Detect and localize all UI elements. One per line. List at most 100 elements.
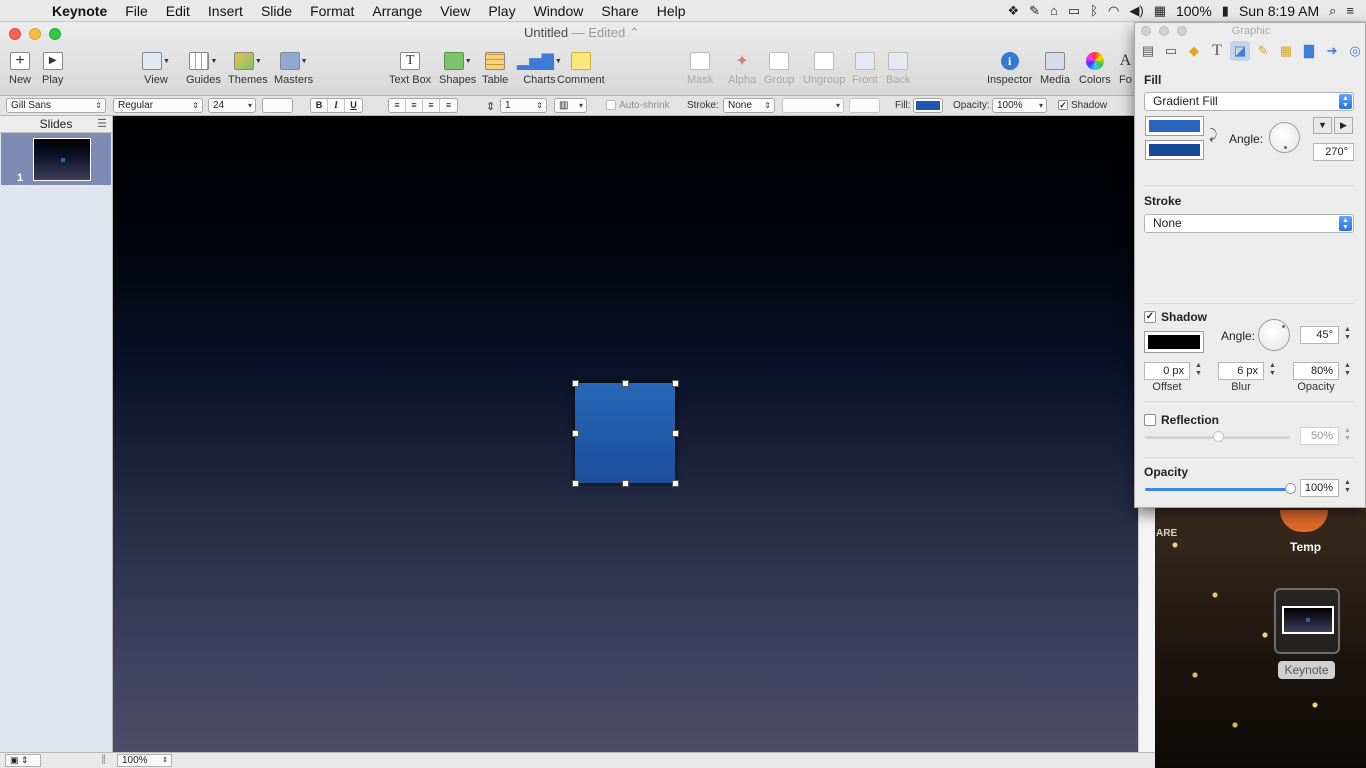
masters-button[interactable]: ▼ Masters	[274, 50, 313, 86]
gradient-down-icon[interactable]: ▼	[1313, 117, 1332, 134]
text-inspector-icon[interactable]: T	[1207, 41, 1227, 61]
new-button[interactable]: + New	[9, 50, 31, 86]
table-button[interactable]: Table	[482, 50, 508, 86]
resize-handle-top-left[interactable]	[572, 380, 579, 387]
fill-angle-field[interactable]: 270°	[1313, 143, 1354, 161]
opacity-slider[interactable]	[1145, 488, 1290, 491]
stroke-select[interactable]: None ⇕	[723, 98, 775, 113]
zoom-select[interactable]: 100% ⇕	[117, 754, 172, 767]
menu-help[interactable]: Help	[648, 3, 695, 19]
app-menu[interactable]: Keynote	[38, 3, 116, 19]
gradient-start-color-well[interactable]	[1145, 116, 1204, 136]
menu-share[interactable]: Share	[592, 3, 647, 19]
resize-handle-bottom-right[interactable]	[672, 480, 679, 487]
shadow-opacity-field[interactable]: 80%	[1293, 362, 1339, 380]
dropbox-icon[interactable]: ❖	[1007, 3, 1019, 19]
menu-view[interactable]: View	[431, 3, 479, 19]
auto-shrink-checkbox[interactable]	[606, 100, 616, 110]
back-button[interactable]: Back	[886, 50, 910, 86]
minimize-window-button[interactable]	[29, 28, 41, 40]
opacity-combo[interactable]: 100% ▾	[992, 98, 1047, 113]
battery-icon[interactable]: ▮	[1222, 3, 1229, 19]
gradient-end-color-well[interactable]	[1145, 140, 1204, 160]
resize-handle-right[interactable]	[672, 430, 679, 437]
shadow-opacity-stepper[interactable]: ▲ ▼	[1343, 362, 1352, 380]
keynote-window-minimized[interactable]	[1274, 588, 1340, 654]
fill-type-select[interactable]: Gradient Fill ▲ ▼	[1144, 92, 1354, 111]
reflection-checkbox[interactable]	[1144, 414, 1156, 426]
shadow-color-well[interactable]	[1144, 331, 1204, 353]
airplay-icon[interactable]: ▭	[1068, 3, 1080, 19]
comment-button[interactable]: Comment	[557, 50, 605, 86]
shapes-button[interactable]: ▼ Shapes	[439, 50, 476, 86]
opacity-stepper[interactable]: ▲ ▼	[1343, 479, 1352, 497]
charts-button[interactable]: ▂▅▇ ▼ Charts	[517, 50, 562, 86]
inspector-button[interactable]: i Inspector	[987, 50, 1032, 86]
shadow-angle-field[interactable]: 45°	[1300, 326, 1339, 344]
swap-colors-icon[interactable]: ⤸	[1209, 126, 1217, 143]
slide-thumbnail[interactable]	[33, 138, 91, 181]
shadow-angle-knob[interactable]	[1258, 319, 1290, 351]
notification-center-icon[interactable]: ≡	[1346, 3, 1354, 18]
align-left-icon[interactable]: ≡	[389, 99, 406, 112]
ungroup-button[interactable]: Ungroup	[803, 50, 845, 86]
window-title[interactable]: Untitled — Edited ⌃	[524, 25, 640, 41]
metrics-inspector-icon[interactable]: ✎	[1253, 41, 1273, 61]
resize-grip-icon[interactable]: ∥	[101, 754, 106, 765]
reflection-stepper[interactable]: ▲ ▼	[1343, 427, 1352, 445]
chart-inspector-icon[interactable]: ▇	[1299, 41, 1319, 61]
shadow-checkbox[interactable]: ✓	[1058, 100, 1068, 110]
zoom-window-button[interactable]	[49, 28, 61, 40]
gradient-right-icon[interactable]: ▶	[1334, 117, 1353, 134]
graphic-inspector-icon[interactable]: ◪	[1230, 41, 1250, 61]
menu-format[interactable]: Format	[301, 3, 363, 19]
menu-slide[interactable]: Slide	[252, 3, 301, 19]
guides-button[interactable]: ▼ Guides	[186, 50, 221, 86]
navigator-menu-icon[interactable]: ☰	[97, 116, 107, 132]
opacity-field[interactable]: 100%	[1300, 479, 1339, 497]
stroke-type-select[interactable]: None ▲ ▼	[1144, 214, 1354, 233]
font-family-select[interactable]: Gill Sans ⇕	[6, 98, 106, 113]
underline-button[interactable]: U	[345, 99, 362, 112]
fill-angle-knob[interactable]	[1269, 122, 1300, 153]
menu-window[interactable]: Window	[525, 3, 593, 19]
alpha-button[interactable]: ✦ Alpha	[728, 50, 756, 86]
view-button[interactable]: ▼ View	[142, 50, 170, 86]
flag-icon[interactable]: ▦	[1154, 3, 1166, 19]
align-justify-icon[interactable]: ≡	[440, 99, 457, 112]
text-box-button[interactable]: T Text Box	[389, 50, 431, 86]
shadow-blur-field[interactable]: 6 px	[1218, 362, 1264, 380]
shadow-angle-stepper[interactable]: ▲ ▼	[1343, 326, 1352, 344]
align-right-icon[interactable]: ≡	[423, 99, 440, 112]
menu-insert[interactable]: Insert	[199, 3, 252, 19]
resize-handle-top[interactable]	[622, 380, 629, 387]
fonts-button[interactable]: A Fo	[1119, 50, 1132, 86]
build-inspector-icon[interactable]: ◆	[1184, 41, 1204, 61]
evernote-icon[interactable]: ✎	[1029, 3, 1040, 19]
menu-play[interactable]: Play	[479, 3, 524, 19]
mask-button[interactable]: Mask	[687, 50, 713, 86]
font-size-combo[interactable]: 24 ▾	[208, 98, 256, 113]
menu-arrange[interactable]: Arrange	[363, 3, 431, 19]
hyperlink-inspector-icon[interactable]: ➜	[1322, 41, 1342, 61]
menu-edit[interactable]: Edit	[157, 3, 199, 19]
text-color-well[interactable]	[262, 98, 293, 113]
table-inspector-icon[interactable]: ▦	[1276, 41, 1296, 61]
reflection-field[interactable]: 50%	[1300, 427, 1339, 445]
selected-rectangle-shape[interactable]	[575, 383, 675, 483]
fill-color-well[interactable]	[913, 98, 943, 113]
wifi-icon[interactable]: ◠	[1108, 3, 1119, 19]
slide-canvas[interactable]	[113, 116, 1138, 752]
close-window-button[interactable]	[9, 28, 21, 40]
line-spacing-select[interactable]: 1 ⇕	[500, 98, 547, 113]
slide-inspector-icon[interactable]: ▭	[1161, 41, 1181, 61]
bank-icon[interactable]: ⌂	[1050, 3, 1058, 18]
volume-icon[interactable]: ◀)	[1129, 3, 1143, 19]
media-button[interactable]: Media	[1040, 50, 1070, 86]
opacity-slider-thumb[interactable]	[1285, 483, 1296, 494]
bold-button[interactable]: B	[311, 99, 328, 112]
italic-button[interactable]: I	[328, 99, 345, 112]
shadow-offset-stepper[interactable]: ▲ ▼	[1194, 362, 1203, 380]
resize-handle-bottom-left[interactable]	[572, 480, 579, 487]
stroke-color-well[interactable]	[849, 98, 880, 113]
